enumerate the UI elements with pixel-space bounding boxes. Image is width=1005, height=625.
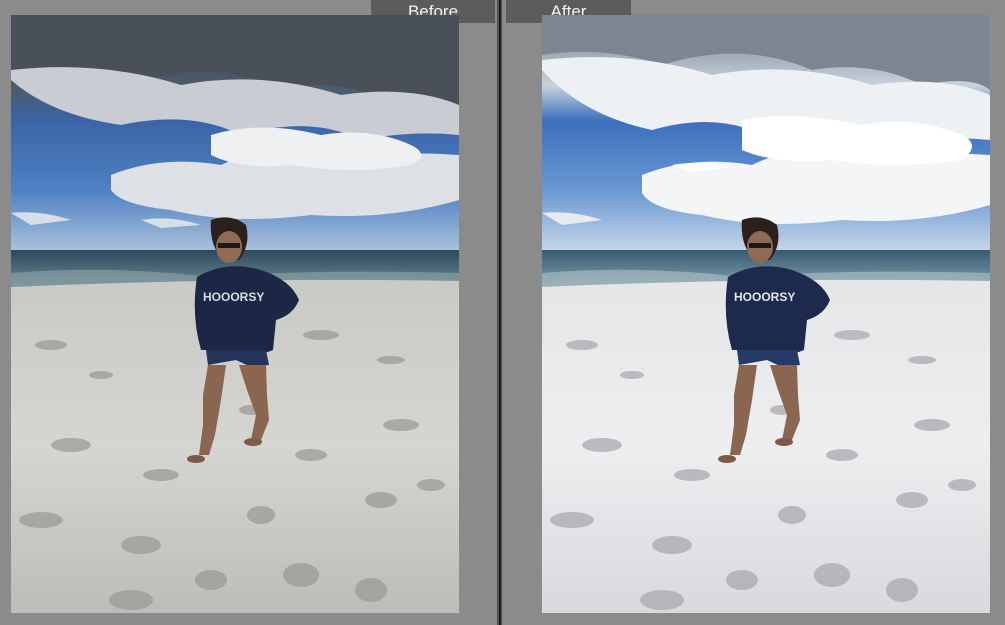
after-photo[interactable]: HOOORSY — [542, 15, 990, 613]
shirt-text: HOOORSY — [203, 290, 264, 304]
split-divider[interactable] — [497, 0, 502, 625]
before-photo[interactable]: HOOORSY — [11, 15, 459, 613]
shirt-text: HOOORSY — [734, 290, 795, 304]
